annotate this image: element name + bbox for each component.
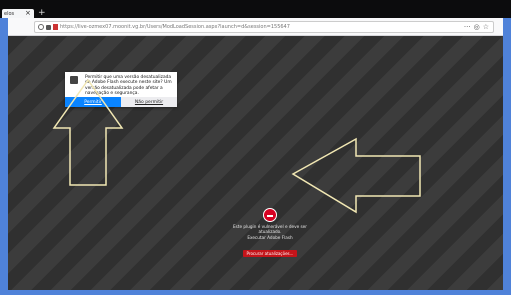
window-frame-left: [0, 18, 8, 295]
pocket-icon[interactable]: ◎: [474, 23, 480, 31]
plugin-icon: [70, 76, 78, 84]
flash-permission-popup: Permitir que uma versão desatualizada do…: [65, 72, 177, 107]
blocked-message-line1: Este plugin é vulnerável e deve ser atua…: [233, 224, 307, 235]
info-icon[interactable]: [38, 24, 44, 30]
popup-message: Permitir que uma versão desatualizada do…: [85, 75, 172, 97]
window-frame-right: [503, 18, 511, 295]
bookmark-star-icon[interactable]: ☆: [483, 23, 489, 31]
page-actions-icon[interactable]: ···: [464, 23, 471, 31]
url-text[interactable]: https://live-ozmex07.moonit.vg.br/Users/…: [60, 24, 290, 30]
plugin-blocked-notice: Este plugin é vulnerável e deve ser atua…: [230, 208, 310, 259]
close-icon[interactable]: ×: [25, 10, 31, 17]
browser-tab[interactable]: elos ×: [2, 9, 34, 18]
tab-title: elos: [4, 10, 15, 17]
page-content: Permitir que uma versão desatualizada do…: [8, 36, 503, 290]
url-actions: ··· ◎ ☆: [464, 23, 489, 31]
lock-icon[interactable]: [46, 24, 51, 30]
window-frame-bottom: [0, 290, 511, 295]
url-field[interactable]: https://live-ozmex07.moonit.vg.br/Users/…: [34, 21, 494, 33]
tab-bar: elos × +: [0, 0, 511, 18]
run-flash-link[interactable]: Executar Adobe Flash: [230, 235, 310, 240]
navigation-toolbar: https://live-ozmex07.moonit.vg.br/Users/…: [8, 18, 503, 36]
plugin-icon[interactable]: [53, 24, 58, 30]
new-tab-button[interactable]: +: [38, 9, 46, 18]
deny-button[interactable]: Não permitir: [121, 97, 177, 107]
blocked-icon[interactable]: [263, 208, 277, 222]
allow-button[interactable]: Permitir: [65, 97, 121, 107]
blocked-message: Este plugin é vulnerável e deve ser atua…: [230, 224, 310, 240]
check-updates-button[interactable]: Procurar atualizações...: [242, 250, 298, 258]
